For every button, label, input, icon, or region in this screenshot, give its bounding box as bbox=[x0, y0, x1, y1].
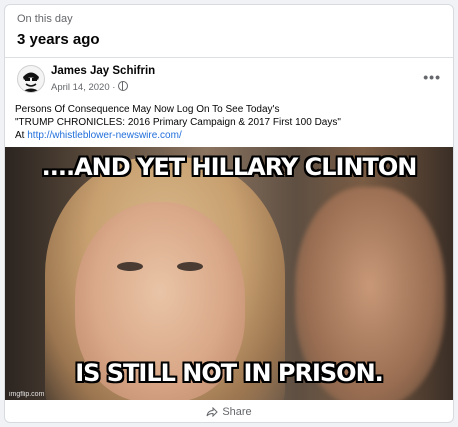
meme-top-text: ....AND YET HILLARY CLINTON bbox=[41, 153, 418, 181]
share-arrow-icon bbox=[206, 407, 219, 417]
divider bbox=[5, 57, 453, 58]
avatar-icon bbox=[22, 72, 40, 92]
meme-bottom-text: IS STILL NOT IN PRISON. bbox=[75, 359, 384, 387]
globe-icon bbox=[118, 81, 129, 91]
post-text-line: "TRUMP CHRONICLES: 2016 Primary Campaign… bbox=[15, 117, 341, 128]
meme-watermark: imgflip.com bbox=[9, 391, 45, 398]
post-meta: April 14, 2020 · bbox=[51, 81, 129, 93]
meme-figure-eye bbox=[117, 262, 143, 271]
memory-card: On this day 3 years ago James Jay Schifr… bbox=[4, 4, 454, 423]
post-text-at: At bbox=[15, 130, 28, 141]
post-date[interactable]: April 14, 2020 · bbox=[51, 82, 115, 93]
action-bar: Share bbox=[5, 402, 453, 422]
author-name[interactable]: James Jay Schifrin bbox=[51, 65, 155, 77]
meme-image[interactable]: ....AND YET HILLARY CLINTON IS STILL NOT… bbox=[5, 147, 453, 400]
on-this-day-label: On this day bbox=[17, 13, 73, 25]
avatar[interactable] bbox=[17, 65, 45, 93]
share-label: Share bbox=[222, 406, 252, 418]
years-ago-heading: 3 years ago bbox=[17, 31, 100, 48]
meme-figure-eye bbox=[177, 262, 203, 271]
post-text-line: At http://whistleblower-newswire.com/ bbox=[15, 129, 445, 142]
more-options-icon[interactable]: ••• bbox=[423, 69, 441, 85]
post-text: Persons Of Consequence May Now Log On To… bbox=[15, 103, 445, 142]
share-button[interactable]: Share bbox=[206, 402, 252, 418]
post-link[interactable]: http://whistleblower-newswire.com/ bbox=[27, 130, 182, 141]
post-text-line: Persons Of Consequence May Now Log On To… bbox=[15, 104, 280, 115]
